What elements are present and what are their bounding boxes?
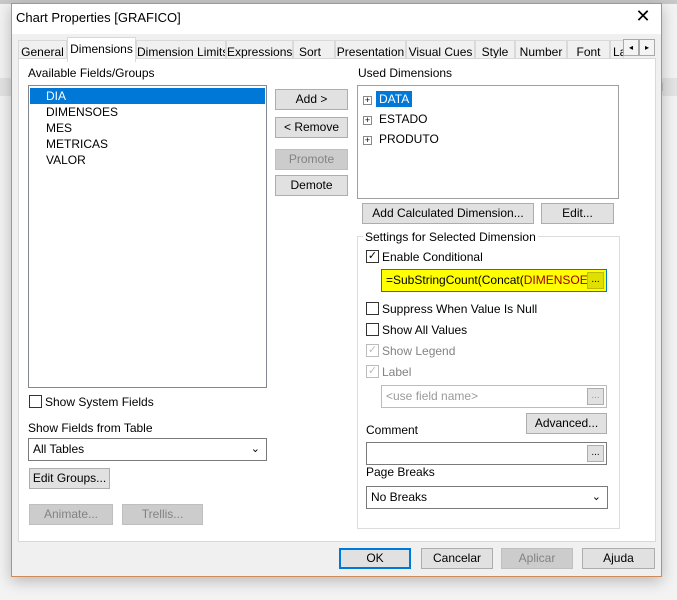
settings-group-title: Settings for Selected Dimension bbox=[363, 230, 538, 244]
page-breaks-select[interactable]: No Breaks ⌄ bbox=[366, 486, 608, 509]
show-legend-checkbox[interactable]: ✓ bbox=[366, 344, 379, 357]
comment-edit-button[interactable]: ... bbox=[587, 445, 604, 462]
label-checkbox[interactable]: ✓ bbox=[366, 365, 379, 378]
ok-button[interactable]: OK bbox=[339, 548, 411, 569]
expression-field-name: DIMENSOE bbox=[523, 273, 588, 287]
condition-expression-field[interactable]: =SubStringCount(Concat(DIMENSOE ... bbox=[381, 269, 607, 292]
suppress-null-label: Suppress When Value Is Null bbox=[382, 302, 538, 316]
add-button[interactable]: Add > bbox=[275, 89, 348, 110]
used-dimensions-label: Used Dimensions bbox=[358, 66, 453, 80]
animate-button[interactable]: Animate... bbox=[29, 504, 113, 525]
cancel-button[interactable]: Cancelar bbox=[421, 548, 493, 569]
promote-button[interactable]: Promote bbox=[275, 149, 348, 170]
enable-conditional-label: Enable Conditional bbox=[382, 250, 483, 264]
expand-icon[interactable]: + bbox=[363, 116, 372, 125]
trellis-button[interactable]: Trellis... bbox=[122, 504, 203, 525]
selected-value: No Breaks bbox=[371, 490, 428, 504]
demote-button[interactable]: Demote bbox=[275, 175, 348, 196]
available-fields-label: Available Fields/Groups bbox=[28, 66, 155, 80]
show-system-fields-checkbox[interactable] bbox=[29, 395, 42, 408]
list-item[interactable]: VALOR bbox=[30, 152, 265, 168]
add-calculated-dimension-button[interactable]: Add Calculated Dimension... bbox=[362, 203, 534, 224]
edit-button[interactable]: Edit... bbox=[541, 203, 614, 224]
comment-field[interactable]: ... bbox=[366, 442, 607, 465]
chevron-down-icon: ⌄ bbox=[591, 491, 601, 503]
tab-scroll-right-icon[interactable]: ▸ bbox=[639, 39, 655, 56]
tree-item[interactable]: ESTADO bbox=[379, 112, 427, 126]
show-legend-label: Show Legend bbox=[382, 344, 456, 358]
chart-properties-dialog: Chart Properties [GRAFICO] ✕ General Dim… bbox=[11, 3, 662, 577]
close-icon[interactable]: ✕ bbox=[631, 6, 655, 27]
used-dimensions-tree[interactable]: + DATA + ESTADO + PRODUTO bbox=[357, 85, 619, 199]
edit-groups-button[interactable]: Edit Groups... bbox=[29, 468, 110, 489]
dialog-title: Chart Properties [GRAFICO] bbox=[16, 10, 181, 25]
tab-scroll-left-icon[interactable]: ◂ bbox=[623, 39, 639, 56]
selected-value: All Tables bbox=[33, 442, 85, 456]
title-bar: Chart Properties [GRAFICO] ✕ bbox=[12, 4, 661, 34]
list-item[interactable]: DIMENSOES bbox=[30, 104, 265, 120]
advanced-button[interactable]: Advanced... bbox=[526, 413, 607, 434]
help-button[interactable]: Ajuda bbox=[582, 548, 655, 569]
label-placeholder: <use field name> bbox=[386, 389, 479, 403]
list-item[interactable]: DIA bbox=[30, 88, 265, 104]
label-edit-button[interactable]: ... bbox=[587, 388, 604, 405]
expression-text: =SubStringCount(Concat( bbox=[386, 273, 524, 287]
list-item[interactable]: METRICAS bbox=[30, 136, 265, 152]
expand-icon[interactable]: + bbox=[363, 96, 372, 105]
tree-item[interactable]: PRODUTO bbox=[379, 132, 439, 146]
chevron-down-icon: ⌄ bbox=[250, 443, 260, 455]
show-fields-from-table-select[interactable]: All Tables ⌄ bbox=[28, 438, 267, 461]
page-breaks-label: Page Breaks bbox=[366, 465, 435, 479]
remove-button[interactable]: < Remove bbox=[275, 117, 348, 138]
show-fields-from-table-label: Show Fields from Table bbox=[28, 421, 153, 435]
label-label: Label bbox=[382, 365, 412, 379]
tree-item[interactable]: DATA bbox=[376, 91, 413, 107]
list-item[interactable]: MES bbox=[30, 120, 265, 136]
show-system-fields-label: Show System Fields bbox=[45, 395, 154, 409]
suppress-null-checkbox[interactable] bbox=[366, 302, 379, 315]
label-field[interactable]: <use field name> ... bbox=[381, 385, 607, 408]
expression-edit-button[interactable]: ... bbox=[587, 272, 604, 289]
show-all-values-checkbox[interactable] bbox=[366, 323, 379, 336]
available-fields-list[interactable]: DIA DIMENSOES MES METRICAS VALOR bbox=[28, 85, 267, 388]
show-all-values-label: Show All Values bbox=[382, 323, 468, 337]
comment-label: Comment bbox=[366, 423, 419, 437]
expand-icon[interactable]: + bbox=[363, 136, 372, 145]
tab-dimensions[interactable]: Dimensions bbox=[67, 37, 136, 62]
enable-conditional-checkbox[interactable]: ✓ bbox=[366, 250, 379, 263]
apply-button[interactable]: Aplicar bbox=[501, 548, 573, 569]
